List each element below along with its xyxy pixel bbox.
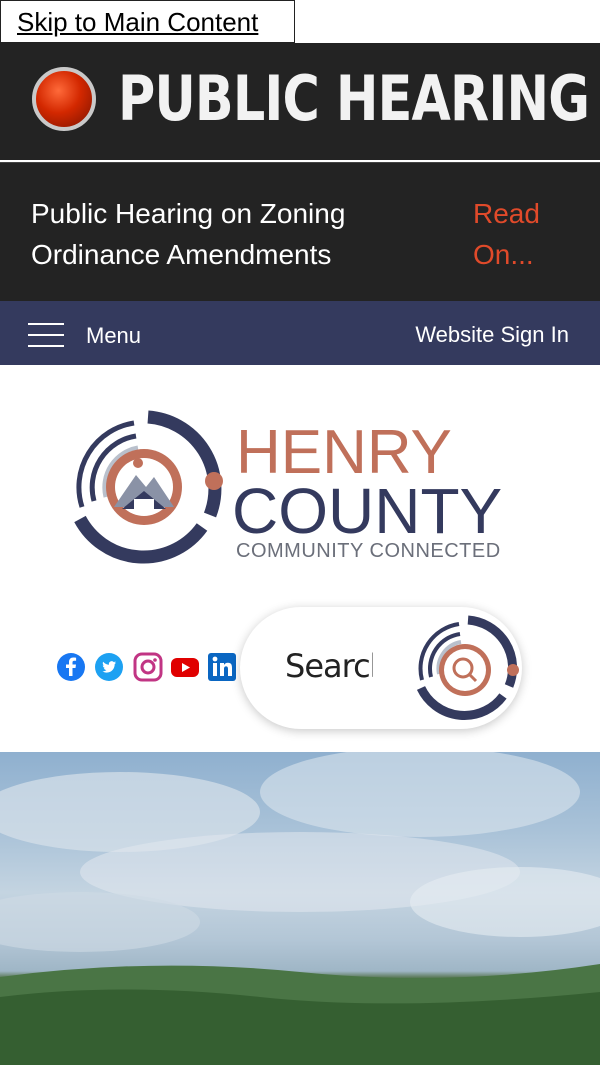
menu-button[interactable]: Menu: [86, 323, 141, 349]
search-box: Search: [240, 607, 522, 729]
logo-svg: HENRY COUNTY COMMUNITY CONNECTED: [74, 410, 502, 564]
search-button[interactable]: [410, 613, 520, 723]
linkedin-icon[interactable]: [207, 652, 237, 682]
youtube-icon[interactable]: [170, 652, 200, 682]
instagram-icon[interactable]: [133, 652, 163, 682]
website-sign-in-link[interactable]: Website Sign In: [415, 322, 569, 348]
hero-image: [0, 752, 600, 1065]
logo-county-text: COUNTY: [232, 475, 502, 547]
twitter-icon[interactable]: [94, 652, 124, 682]
henry-county-logo[interactable]: HENRY COUNTY COMMUNITY CONNECTED: [64, 405, 539, 570]
skip-link-container: Skip to Main Content: [0, 0, 295, 43]
skip-to-main-link[interactable]: Skip to Main Content: [17, 7, 258, 38]
alert-body: Public Hearing on Zoning Ordinance Amend…: [0, 162, 600, 302]
search-input[interactable]: Search: [285, 647, 373, 685]
alert-message: Public Hearing on Zoning Ordinance Amend…: [31, 198, 346, 270]
read-on-link[interactable]: Read On...: [473, 193, 573, 275]
hero-landscape: [0, 752, 600, 1065]
alert-light-icon: [32, 67, 96, 131]
hamburger-icon[interactable]: [28, 323, 64, 347]
alert-header: PUBLIC HEARING: [0, 43, 600, 160]
nav-bar: Menu Website Sign In: [0, 301, 600, 365]
logo-tagline: COMMUNITY CONNECTED: [236, 540, 501, 562]
alert-title: PUBLIC HEARING: [118, 62, 590, 135]
facebook-icon[interactable]: [56, 652, 86, 682]
